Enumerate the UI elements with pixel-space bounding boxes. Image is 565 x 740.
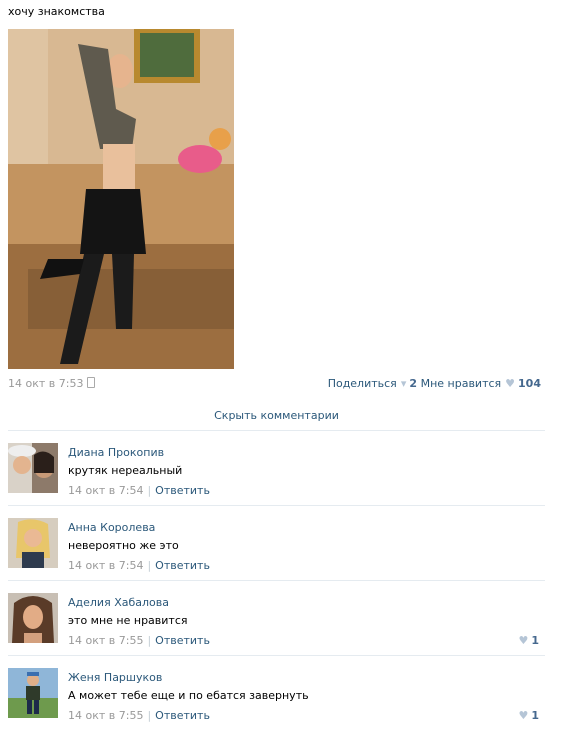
comment-meta: 14 окт в 7:54 | Ответить — [68, 484, 210, 497]
comment-divider — [8, 655, 545, 656]
share-label[interactable]: Поделиться — [328, 377, 397, 390]
reply-link[interactable]: Ответить — [155, 634, 210, 647]
comment-author[interactable]: Аделия Хабалова — [68, 596, 169, 609]
comment-text: А может тебе еще и по ебатся завернуть — [68, 689, 309, 702]
comment-like-button[interactable]: ♥ 1 — [518, 709, 539, 722]
heart-icon: ♥ — [518, 709, 529, 722]
share-count: 2 — [409, 377, 417, 390]
comment-item: Женя Паршуков А может тебе еще и по ебат… — [8, 668, 545, 740]
comment-like-count: 1 — [531, 709, 539, 722]
post-meta: 14 окт в 7:53 Поделиться ▾ 2 Мне нравится ♥… — [8, 377, 541, 391]
avatar[interactable] — [8, 443, 58, 493]
comment-like-button[interactable]: ♥ 1 — [518, 634, 539, 647]
heart-icon: ♥ — [505, 377, 516, 390]
heart-icon: ♥ — [518, 634, 529, 647]
like-count: 104 — [518, 377, 541, 390]
comment-author[interactable]: Диана Прокопив — [68, 446, 164, 459]
megaphone-icon: ▾ — [400, 377, 407, 390]
comment-date[interactable]: 14 окт в 7:55 — [68, 634, 143, 647]
separator: | — [147, 484, 152, 497]
reply-link[interactable]: Ответить — [155, 559, 210, 572]
separator: | — [147, 559, 152, 572]
comment-meta: 14 окт в 7:55 | Ответить — [68, 709, 210, 722]
comment-text: это мне не нравится — [68, 614, 188, 627]
phone-icon — [87, 377, 96, 388]
like-button[interactable]: Мне нравится ♥ 104 — [421, 377, 541, 390]
comment-meta: 14 окт в 7:54 | Ответить — [68, 559, 210, 572]
comment-date[interactable]: 14 окт в 7:55 — [68, 709, 143, 722]
comment-like-count: 1 — [531, 634, 539, 647]
separator: | — [147, 634, 152, 647]
comment-author[interactable]: Женя Паршуков — [68, 671, 162, 684]
reply-link[interactable]: Ответить — [155, 484, 210, 497]
comments-divider — [8, 430, 545, 431]
comment-date[interactable]: 14 окт в 7:54 — [68, 484, 143, 497]
like-label[interactable]: Мне нравится — [421, 377, 502, 390]
avatar[interactable] — [8, 668, 58, 718]
post-text: хочу знакомства — [8, 5, 105, 18]
comment-date[interactable]: 14 окт в 7:54 — [68, 559, 143, 572]
post-date[interactable]: 14 окт в 7:53 — [8, 377, 96, 390]
comment-text: невероятно же это — [68, 539, 179, 552]
post-photo[interactable] — [8, 29, 234, 369]
reply-link[interactable]: Ответить — [155, 709, 210, 722]
avatar[interactable] — [8, 518, 58, 568]
comment-author[interactable]: Анна Королева — [68, 521, 155, 534]
share-button[interactable]: Поделиться ▾ 2 — [328, 377, 417, 390]
comment-meta: 14 окт в 7:55 | Ответить — [68, 634, 210, 647]
comment-text: крутяк нереальный — [68, 464, 183, 477]
post-date-text[interactable]: 14 окт в 7:53 — [8, 377, 83, 390]
avatar[interactable] — [8, 593, 58, 643]
comment-divider — [8, 505, 545, 506]
comment-divider — [8, 580, 545, 581]
hide-comments-link[interactable]: Скрыть комментарии — [8, 409, 545, 422]
separator: | — [147, 709, 152, 722]
